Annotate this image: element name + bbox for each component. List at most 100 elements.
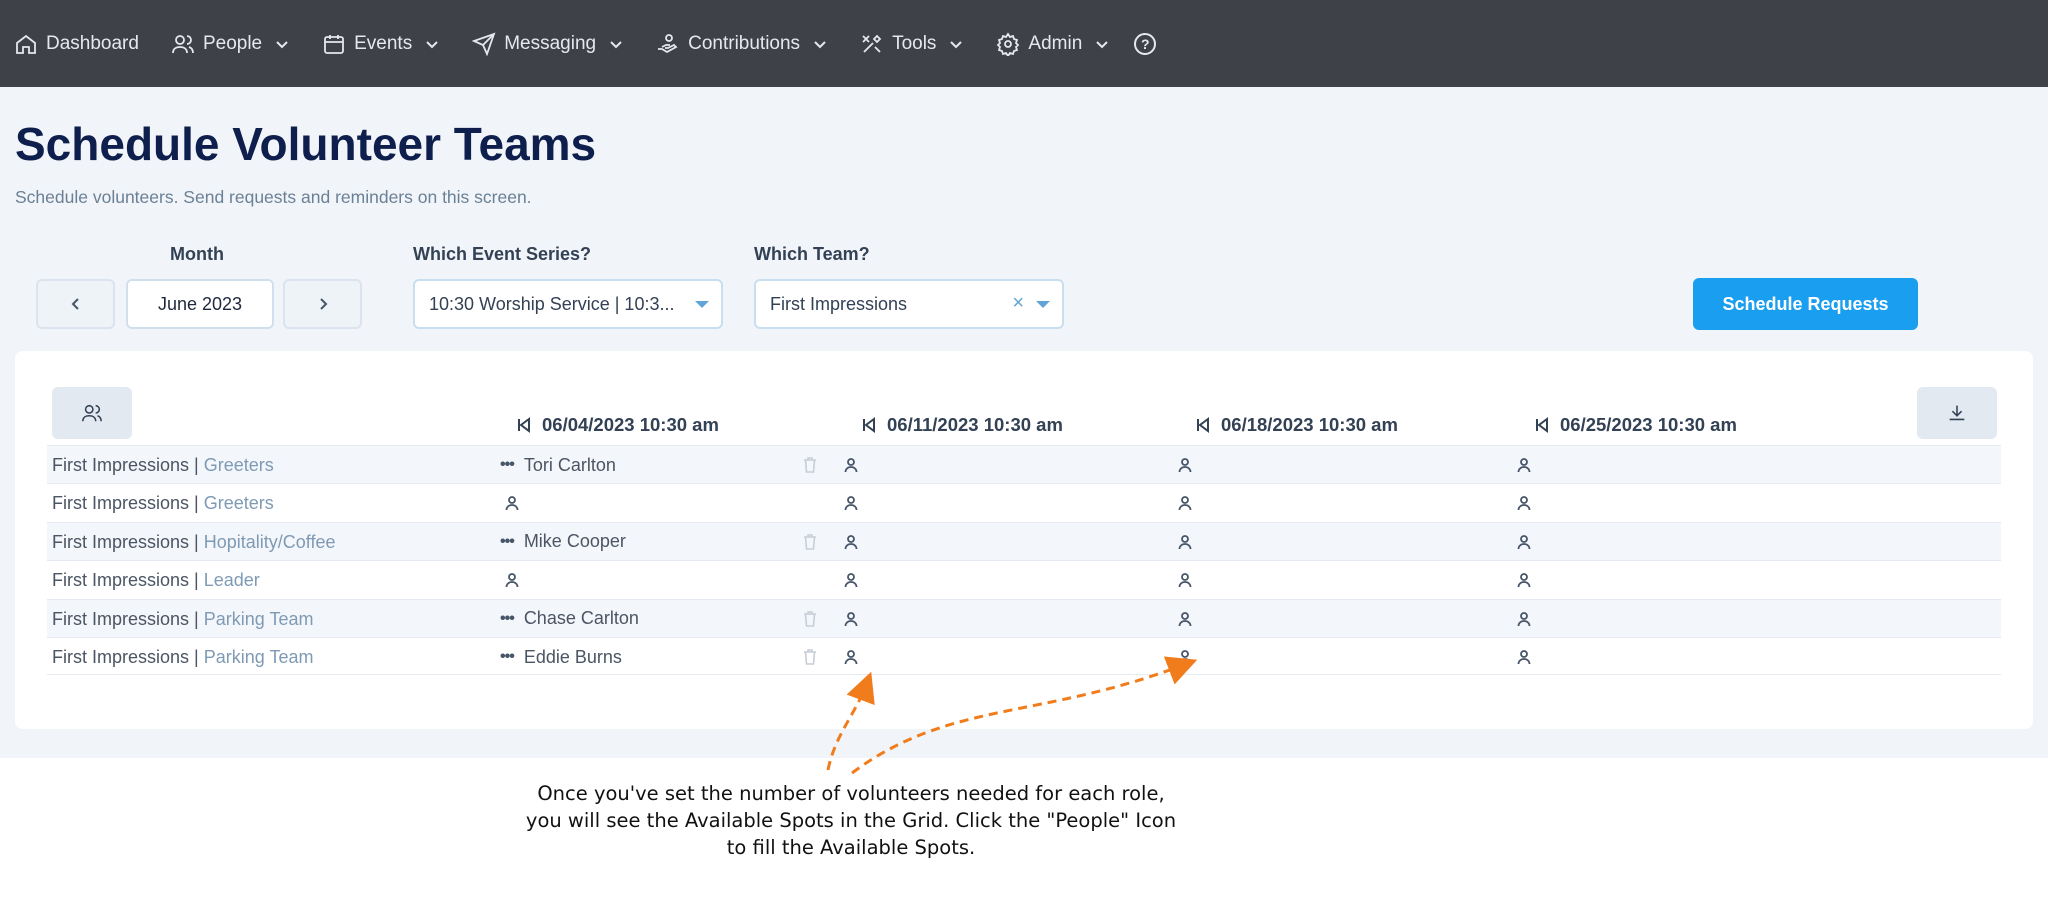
person-icon[interactable] bbox=[504, 495, 520, 511]
table-row: First Impressions | Greeters bbox=[47, 483, 2001, 521]
person-icon[interactable] bbox=[1177, 495, 1193, 511]
nav-tools[interactable]: Tools bbox=[860, 32, 964, 56]
nav-people[interactable]: People bbox=[171, 32, 290, 56]
column-header: 06/25/2023 10:30 am bbox=[1534, 414, 1737, 436]
role-link[interactable]: Parking Team bbox=[204, 609, 314, 629]
role-link[interactable]: Greeters bbox=[204, 455, 274, 475]
team-name: First Impressions bbox=[52, 570, 190, 591]
trash-icon[interactable] bbox=[803, 457, 817, 473]
schedule-cell: ••• Chase Carlton bbox=[500, 600, 639, 638]
nav-admin[interactable]: Admin bbox=[996, 31, 1110, 56]
clear-icon[interactable]: × bbox=[1012, 292, 1024, 315]
column-header: 06/04/2023 10:30 am bbox=[516, 414, 719, 436]
person-icon[interactable] bbox=[1177, 572, 1193, 588]
person-icon[interactable] bbox=[1516, 572, 1532, 588]
person-icon[interactable] bbox=[843, 572, 859, 588]
help-icon[interactable]: ? bbox=[1134, 32, 1157, 55]
schedule-cell bbox=[504, 484, 520, 522]
separator: | bbox=[194, 647, 199, 667]
trash-icon[interactable] bbox=[803, 610, 817, 627]
top-navbar: Dashboard People Events Messaging Contri… bbox=[0, 0, 2048, 87]
annotation-text: Once you've set the number of volunteers… bbox=[510, 780, 1192, 861]
schedule-cell bbox=[843, 446, 859, 484]
column-date: 06/18/2023 10:30 am bbox=[1221, 414, 1398, 435]
skip-back-icon[interactable] bbox=[861, 417, 877, 433]
schedule-requests-button[interactable]: Schedule Requests bbox=[1693, 278, 1918, 330]
main-content: Schedule Volunteer Teams Schedule volunt… bbox=[0, 87, 2048, 758]
person-icon[interactable] bbox=[1177, 649, 1193, 665]
nav-dashboard[interactable]: Dashboard bbox=[14, 32, 139, 56]
table-row: First Impressions | Hopitality/Coffee •••… bbox=[47, 521, 2001, 561]
table-row: First Impressions | Leader bbox=[47, 560, 2001, 598]
gear-icon bbox=[997, 31, 1020, 56]
download-icon bbox=[1949, 405, 1965, 421]
skip-back-icon[interactable] bbox=[516, 417, 532, 433]
download-button[interactable] bbox=[1917, 387, 1997, 439]
column-header: 06/18/2023 10:30 am bbox=[1195, 414, 1398, 436]
role-link[interactable]: Leader bbox=[204, 570, 260, 590]
team-name: First Impressions bbox=[52, 455, 190, 475]
team-name: First Impressions bbox=[52, 647, 190, 667]
nav-label: Admin bbox=[1028, 32, 1083, 54]
page-subtitle: Schedule volunteers. Send requests and r… bbox=[15, 187, 532, 207]
role-link[interactable]: Parking Team bbox=[204, 647, 314, 667]
person-icon[interactable] bbox=[1516, 495, 1532, 511]
person-icon[interactable] bbox=[1177, 534, 1193, 550]
person-icon[interactable] bbox=[843, 534, 859, 550]
person-icon[interactable] bbox=[1177, 611, 1193, 627]
row-label: First Impressions | Greeters bbox=[52, 493, 274, 514]
more-options-icon[interactable]: ••• bbox=[500, 610, 515, 628]
schedule-cell bbox=[1516, 561, 1532, 599]
people-icon bbox=[82, 404, 102, 422]
team-select[interactable]: First Impressions × bbox=[754, 279, 1064, 329]
person-icon[interactable] bbox=[1177, 457, 1193, 473]
people-toggle-button[interactable] bbox=[52, 387, 132, 439]
more-options-icon[interactable]: ••• bbox=[500, 456, 515, 474]
person-icon[interactable] bbox=[1516, 457, 1532, 473]
more-options-icon[interactable]: ••• bbox=[500, 533, 515, 551]
nav-label: Messaging bbox=[504, 32, 597, 54]
person-icon[interactable] bbox=[843, 457, 859, 473]
chevron-down-icon bbox=[1096, 40, 1108, 48]
next-month-button[interactable] bbox=[283, 279, 362, 329]
nav-events[interactable]: Events bbox=[322, 32, 440, 56]
person-icon[interactable] bbox=[1516, 649, 1532, 665]
chevron-down-icon bbox=[276, 40, 288, 48]
schedule-cell bbox=[1177, 638, 1193, 676]
skip-back-icon[interactable] bbox=[1195, 417, 1211, 433]
nav-contributions[interactable]: Contributions bbox=[656, 32, 828, 56]
person-icon[interactable] bbox=[843, 649, 859, 665]
person-icon[interactable] bbox=[504, 572, 520, 588]
skip-back-icon[interactable] bbox=[1534, 417, 1550, 433]
chevron-left-icon bbox=[71, 298, 79, 310]
person-icon[interactable] bbox=[1516, 611, 1532, 627]
people-icon bbox=[172, 34, 194, 53]
column-date: 06/04/2023 10:30 am bbox=[542, 414, 719, 435]
schedule-cell bbox=[843, 523, 859, 561]
column-header: 06/11/2023 10:30 am bbox=[861, 414, 1063, 436]
person-icon[interactable] bbox=[843, 611, 859, 627]
trash-icon[interactable] bbox=[803, 533, 817, 550]
event-series-select[interactable]: 10:30 Worship Service | 10:3... bbox=[413, 279, 723, 329]
volunteer-name: Chase Carlton bbox=[523, 608, 639, 629]
column-date: 06/25/2023 10:30 am bbox=[1560, 414, 1737, 435]
volunteer-name: Eddie Burns bbox=[523, 646, 622, 667]
chevron-down-icon bbox=[814, 40, 826, 48]
schedule-cell: ••• Mike Cooper bbox=[500, 523, 626, 561]
month-value: June 2023 bbox=[126, 279, 274, 329]
team-value: First Impressions bbox=[770, 293, 908, 314]
person-icon[interactable] bbox=[1516, 534, 1532, 550]
dropdown-arrow-icon bbox=[1036, 301, 1050, 308]
role-link[interactable]: Greeters bbox=[204, 493, 274, 513]
column-date: 06/11/2023 10:30 am bbox=[887, 414, 1063, 435]
chevron-down-icon bbox=[610, 40, 622, 48]
person-icon[interactable] bbox=[843, 495, 859, 511]
team-name: First Impressions bbox=[52, 608, 190, 629]
prev-month-button[interactable] bbox=[36, 279, 115, 329]
schedule-cell bbox=[1516, 600, 1532, 638]
nav-messaging[interactable]: Messaging bbox=[472, 32, 624, 56]
more-options-icon[interactable]: ••• bbox=[500, 648, 515, 666]
home-icon bbox=[16, 34, 36, 54]
trash-icon[interactable] bbox=[803, 649, 817, 665]
role-link[interactable]: Hopitality/Coffee bbox=[204, 532, 336, 552]
